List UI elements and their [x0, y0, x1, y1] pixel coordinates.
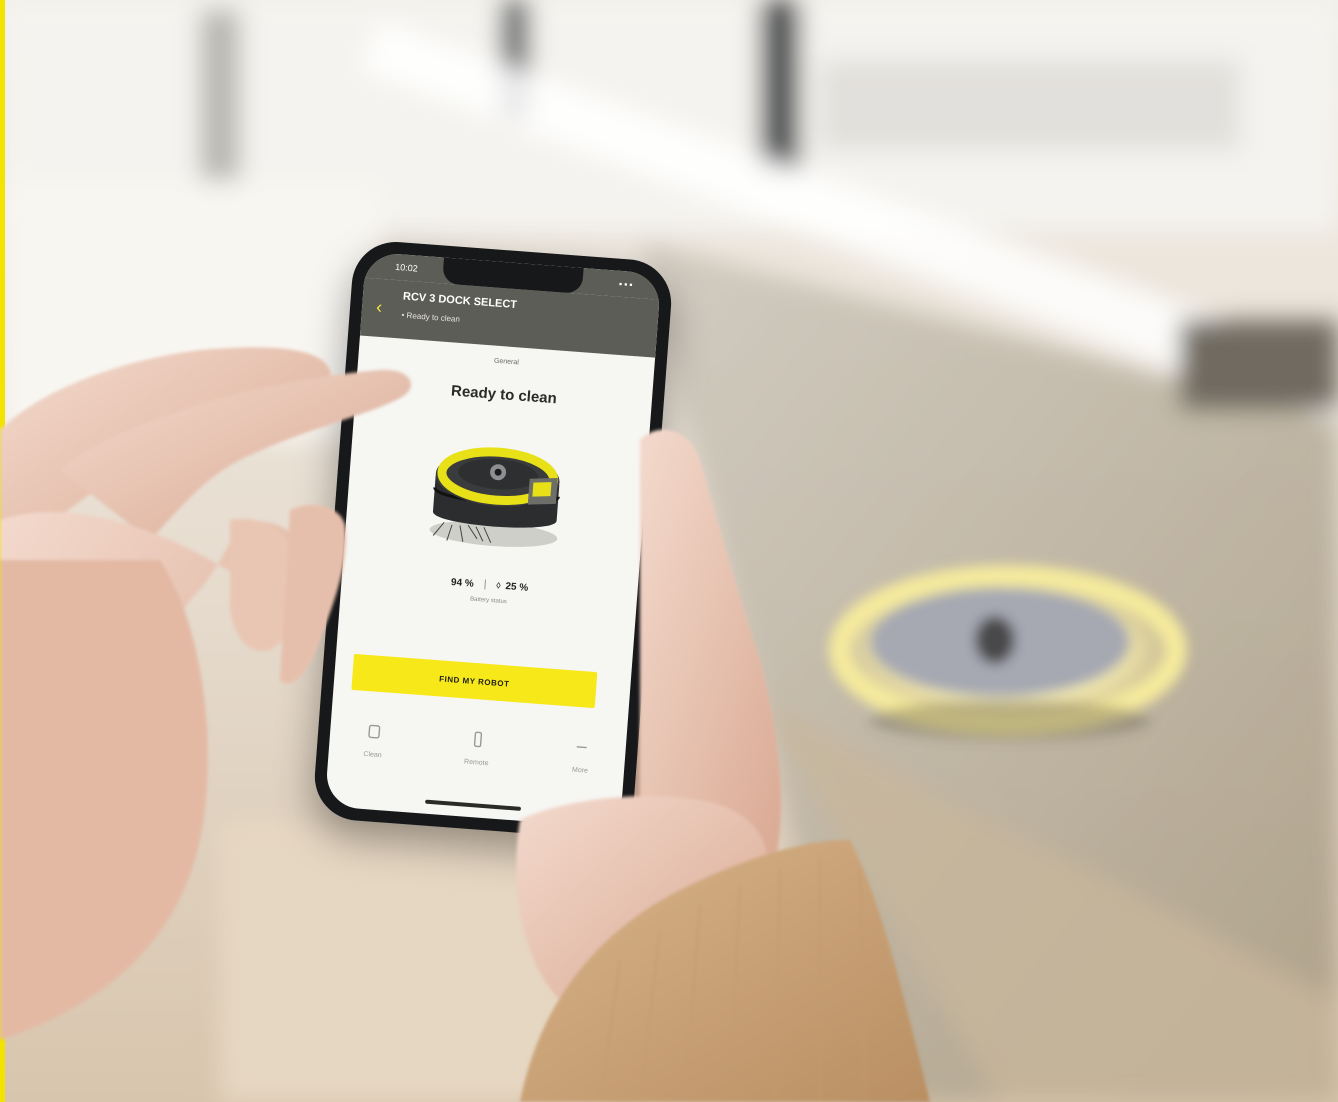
photo-scene: 10:02 ▪▪▪ ‹ RCV 3 DOCK SELECT • Ready to…	[0, 0, 1338, 1102]
right-hand	[516, 429, 930, 1102]
hands-front-layer	[0, 347, 930, 1102]
left-hand	[0, 347, 412, 1040]
